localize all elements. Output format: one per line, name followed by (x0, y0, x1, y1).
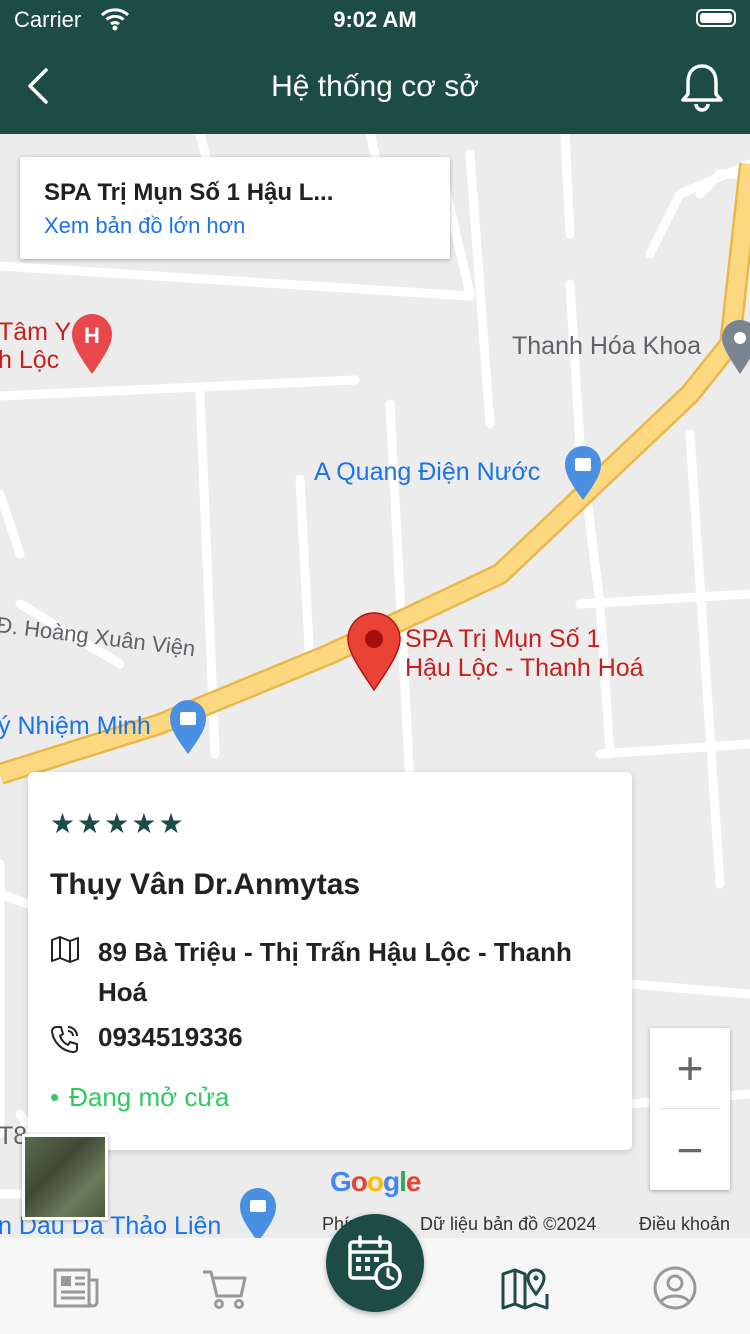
larger-map-link[interactable]: Xem bản đồ lớn hơn (44, 213, 245, 239)
calendar-clock-icon (348, 1235, 402, 1290)
zoom-controls: + − (650, 1028, 730, 1190)
battery-icon (696, 9, 736, 27)
open-status: Đang mở cửa (50, 1082, 229, 1113)
map-icon (51, 936, 79, 963)
map-info-card: SPA Trị Mụn Số 1 Hậu L... Xem bản đồ lớn… (20, 157, 450, 259)
header: Hệ thống cơ sở (0, 40, 750, 134)
map-icon[interactable] (495, 1258, 555, 1318)
hospital-pin-icon[interactable]: H (72, 314, 112, 374)
profile-icon[interactable] (645, 1258, 705, 1318)
poi-label: SPA Trị Mụn Số 1 (405, 625, 601, 653)
zoom-in-button[interactable]: + (650, 1028, 730, 1108)
poi-label: ý Nhiệm Minh (0, 712, 151, 740)
poi-label: Tâm Y (0, 318, 72, 346)
star-icon: ★ (158, 808, 184, 839)
map-data-attribution: Dữ liệu bản đồ ©2024 (420, 1214, 597, 1234)
zoom-divider (660, 1108, 720, 1109)
phone-icon (51, 1026, 78, 1053)
zoom-out-button[interactable]: − (650, 1110, 730, 1190)
poi-label: Hậu Lộc - Thanh Hoá (405, 654, 644, 682)
booking-button[interactable] (326, 1214, 424, 1312)
page-title: Hệ thống cơ sở (271, 70, 479, 103)
star-icon: ★ (131, 808, 157, 839)
poi-label: Thanh Hóa Khoa (512, 332, 702, 360)
cart-icon[interactable] (195, 1258, 255, 1318)
shop-pin-icon[interactable] (170, 700, 206, 754)
star-icon: ★ (77, 808, 103, 839)
satellite-toggle[interactable] (22, 1134, 108, 1220)
google-logo: Google (330, 1166, 421, 1197)
branch-detail-card[interactable]: ★★★★★ Thụy Vân Dr.Anmytas 89 Bà Triệu - … (28, 772, 632, 1150)
star-icon: ★ (50, 808, 76, 839)
branch-address: 89 Bà Triệu - Thị Trấn Hậu Lộc - Thanh H… (98, 937, 572, 1007)
terms-link[interactable]: Điều khoản (639, 1214, 730, 1235)
cart-pin-icon[interactable] (240, 1188, 276, 1238)
poi-label: A Quang Điện Nước (314, 458, 541, 486)
news-icon[interactable] (45, 1258, 105, 1318)
branch-name: Thụy Vân Dr.Anmytas (50, 868, 361, 901)
svg-text:H: H (84, 323, 100, 348)
place-name: SPA Trị Mụn Số 1 Hậu L... (44, 179, 334, 206)
rating-stars: ★★★★★ (50, 810, 186, 838)
poi-label: h Lộc (0, 346, 60, 374)
map-view[interactable]: H Tâm Y h Lộc Thanh Hóa Khoa A Quang Điệ… (0, 134, 750, 1238)
star-icon: ★ (104, 808, 130, 839)
location-pin-icon[interactable] (347, 612, 401, 692)
status-bar: Carrier 9:02 AM (0, 0, 750, 40)
branch-phone[interactable]: 0934519336 (98, 1022, 243, 1053)
bell-icon[interactable] (678, 62, 726, 112)
clock: 9:02 AM (333, 7, 417, 32)
